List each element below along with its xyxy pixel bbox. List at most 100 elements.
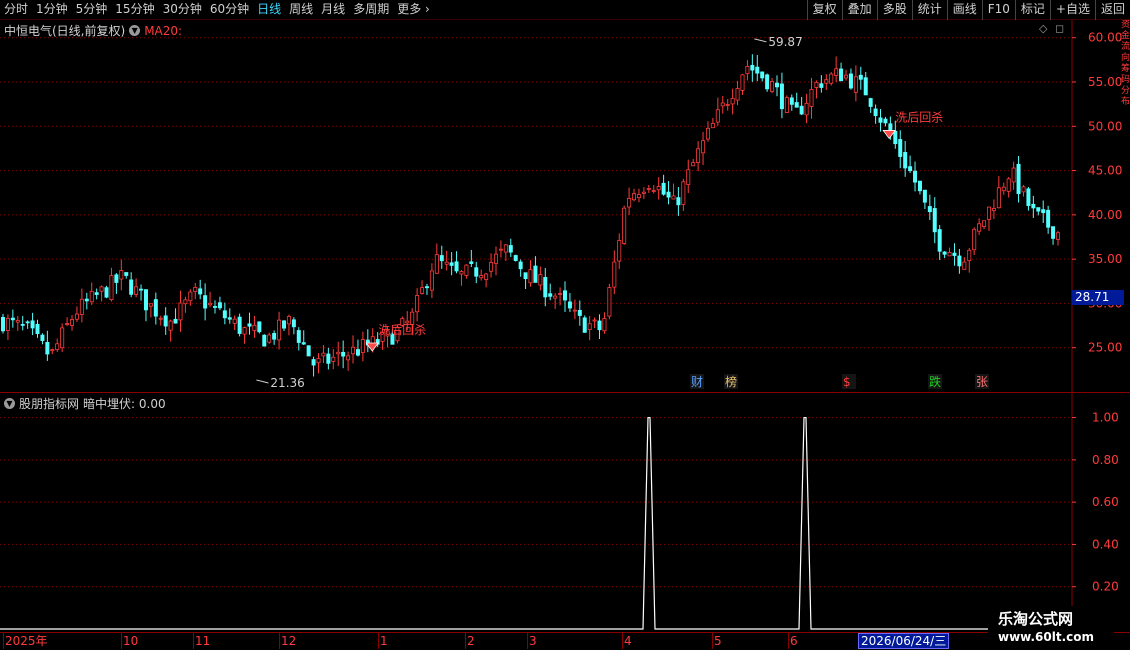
- period-tab-2[interactable]: 5分钟: [72, 0, 112, 20]
- candle-body: [212, 306, 217, 308]
- candle-body: [424, 286, 429, 289]
- date-tick: [193, 633, 194, 649]
- candle-body: [819, 83, 824, 88]
- event-marker[interactable]: 跌: [929, 374, 941, 389]
- toolbar-button-1[interactable]: 叠加: [841, 0, 877, 20]
- candle-body: [765, 74, 770, 90]
- period-toolbar: 分时 1分钟 5分钟 15分钟 30分钟 60分钟 日线 周线 月线 多周期 更多 › 复权 叠加 多股…: [0, 0, 1130, 20]
- period-tab-3[interactable]: 15分钟: [111, 0, 158, 20]
- period-tab-8[interactable]: 月线: [317, 0, 349, 20]
- toolbar-button-5[interactable]: F10: [981, 0, 1015, 20]
- candle-body: [720, 102, 725, 107]
- candle-body: [79, 298, 84, 315]
- price-tick-label: 35.00: [1088, 252, 1122, 266]
- toolbar-button-2[interactable]: 多股: [876, 0, 912, 20]
- diamond-icon[interactable]: ◇: [1039, 22, 1047, 35]
- period-tab-7[interactable]: 周线: [285, 0, 317, 20]
- candle-body: [1036, 207, 1041, 212]
- event-marker[interactable]: $: [843, 375, 851, 389]
- side-strip[interactable]: 资金流向筹码分布: [1121, 20, 1130, 632]
- high-label: 59.87: [768, 35, 802, 49]
- expand-icon[interactable]: ◻: [1055, 22, 1064, 35]
- candle-body: [104, 287, 109, 298]
- date-tick: [378, 633, 379, 649]
- indicator-panel[interactable]: 0.20 0.40 0.60 0.80 1.00 ▼ 股朋指标网 暗中埋伏: 0.00: [0, 392, 1130, 633]
- period-tab-10[interactable]: 更多 ›: [393, 0, 434, 20]
- period-tab-6[interactable]: 日线: [253, 0, 285, 20]
- candle-body: [715, 109, 720, 123]
- watermark: 乐淘公式网 www.60lt.com: [988, 606, 1114, 648]
- candle-body: [848, 73, 853, 89]
- candle-body: [898, 139, 903, 157]
- candle-body: [40, 334, 45, 341]
- period-tab-1[interactable]: 1分钟: [32, 0, 72, 20]
- indicator-chart[interactable]: 0.20 0.40 0.60 0.80 1.00: [0, 393, 1130, 633]
- period-tab-5[interactable]: 60分钟: [206, 0, 253, 20]
- candle-body: [824, 79, 829, 84]
- candle-body: [498, 248, 503, 251]
- candle-body: [272, 333, 277, 340]
- candle-body: [178, 302, 183, 321]
- candle-body: [947, 252, 952, 257]
- date-label: 12: [281, 634, 297, 648]
- low-label: 21.36: [270, 376, 304, 390]
- candle-body: [25, 321, 30, 324]
- period-tab-0[interactable]: 分时: [0, 0, 32, 20]
- low-pointer: [256, 379, 269, 384]
- indicator-settings-icon[interactable]: ▼: [4, 398, 15, 409]
- toolbar-button-8[interactable]: 返回: [1094, 0, 1130, 20]
- candle-body: [839, 68, 844, 82]
- candle-body: [612, 261, 617, 288]
- candle-body: [538, 274, 543, 286]
- toolbar-button-0[interactable]: 复权: [806, 0, 842, 20]
- candle-body: [533, 265, 538, 283]
- candle-body: [883, 118, 888, 124]
- candle-body: [656, 186, 661, 191]
- candle-body: [844, 74, 849, 79]
- signal-label: 洗后回杀: [895, 109, 943, 124]
- candle-body: [1021, 186, 1026, 193]
- candle-body: [582, 317, 587, 333]
- candle-body: [286, 316, 291, 325]
- candle-body: [454, 261, 459, 272]
- candle-body: [622, 207, 627, 244]
- indicator-tick-label: 0.60: [1092, 495, 1119, 509]
- candle-body: [489, 261, 494, 272]
- candle-body: [967, 249, 972, 262]
- candle-body: [89, 290, 94, 303]
- event-marker[interactable]: 榜: [725, 374, 737, 389]
- kline-chart[interactable]: 25.0030.0035.0040.0045.0050.0055.0060.00…: [0, 20, 1130, 392]
- candle-body: [1046, 209, 1051, 228]
- candle-body: [986, 206, 991, 220]
- toolbar-button-7[interactable]: +自选: [1049, 0, 1095, 20]
- candle-body: [1011, 167, 1016, 183]
- indicator-value: 暗中埋伏: 0.00: [83, 397, 166, 411]
- candle-body: [222, 310, 227, 319]
- period-tab-9[interactable]: 多周期: [349, 0, 393, 20]
- cursor-date: 2026/06/24/三: [858, 633, 950, 649]
- date-tick: [622, 633, 623, 649]
- candle-body: [20, 323, 25, 326]
- candle-body: [977, 223, 982, 232]
- event-marker[interactable]: 财: [691, 375, 703, 389]
- candle-body: [316, 358, 321, 364]
- price-tick-label: 40.00: [1088, 208, 1122, 222]
- candle-body: [336, 351, 341, 355]
- candle-body: [15, 320, 20, 323]
- candle-body: [627, 198, 632, 208]
- kline-panel[interactable]: 25.0030.0035.0040.0045.0050.0055.0060.00…: [0, 20, 1130, 392]
- toolbar-button-3[interactable]: 统计: [911, 0, 947, 20]
- settings-circle-icon[interactable]: ▼: [129, 25, 141, 36]
- candle-body: [543, 277, 548, 298]
- candle-body: [459, 271, 464, 275]
- event-marker[interactable]: 张: [976, 375, 988, 389]
- toolbar-button-6[interactable]: 标记: [1014, 0, 1050, 20]
- toolbar-button-4[interactable]: 画线: [946, 0, 982, 20]
- candle-body: [607, 287, 612, 317]
- candle-body: [70, 319, 75, 326]
- candle-body: [124, 272, 129, 276]
- candle-body: [45, 341, 50, 355]
- candle-body: [932, 208, 937, 233]
- candle-body: [503, 244, 508, 253]
- period-tab-4[interactable]: 30分钟: [159, 0, 206, 20]
